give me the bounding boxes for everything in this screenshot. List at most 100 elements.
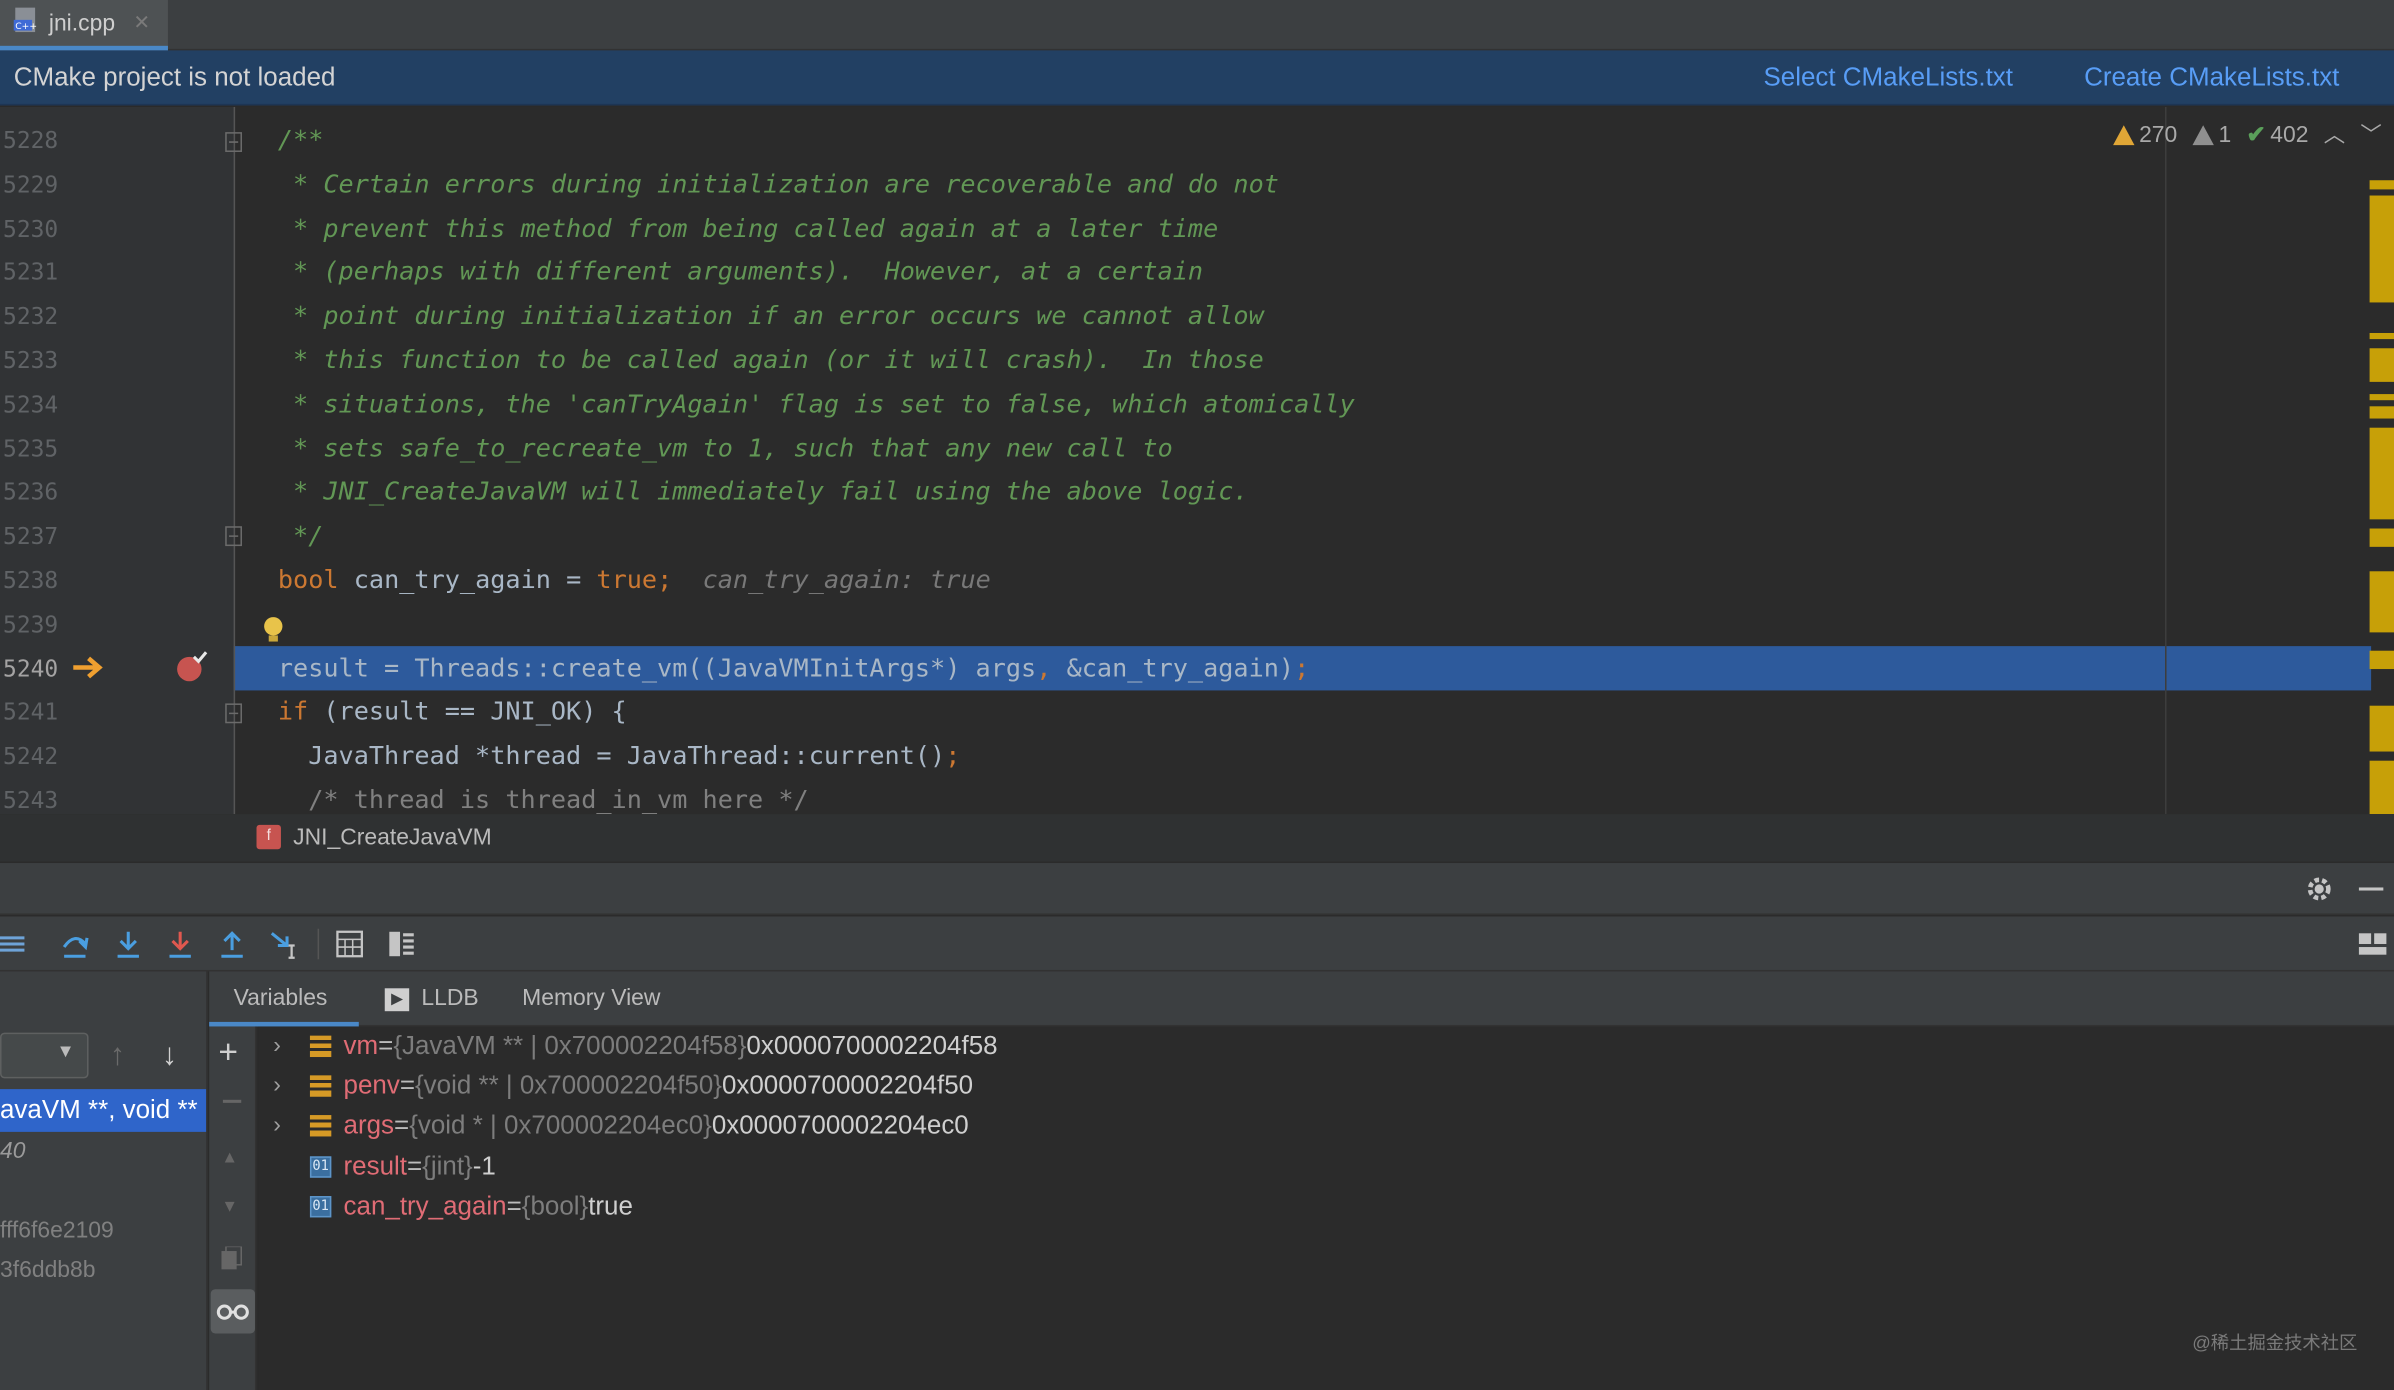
select-cmakelists-link[interactable]: Select CMakeLists.txt <box>1763 62 2013 93</box>
code-line[interactable]: JavaThread *thread = JavaThread::current… <box>278 733 961 777</box>
code-line[interactable]: */ <box>278 514 323 558</box>
variable-value: 0x0000700002204f50 <box>721 1071 974 1101</box>
minimize-icon[interactable] <box>2358 887 2384 891</box>
gear-icon[interactable] <box>2305 875 2332 910</box>
chevron-up-icon[interactable]: ︿ <box>2324 119 2345 150</box>
code-line[interactable]: result = Threads::create_vm((JavaVMInitA… <box>278 646 1309 690</box>
variables-side-toolbar: + ▲ ▼ <box>209 1026 257 1390</box>
line-number[interactable]: 5232 <box>3 303 67 330</box>
remove-watch-icon[interactable] <box>222 1099 242 1103</box>
show-execution-point-icon[interactable] <box>0 927 31 961</box>
variable-row[interactable]: › penv = {void ** | 0x700002204f50} 0x000… <box>258 1066 973 1106</box>
frame-row[interactable]: 40 <box>0 1138 25 1164</box>
tab-jni-cpp[interactable]: C++ jni.cpp ✕ <box>0 0 168 51</box>
thread-selector[interactable]: ▼ <box>0 1032 89 1079</box>
evaluate-expression-icon[interactable] <box>333 927 367 961</box>
error-stripe-mark[interactable] <box>2369 650 2394 670</box>
error-stripe-mark[interactable] <box>2369 348 2394 382</box>
breadcrumb-function[interactable]: JNI_CreateJavaVM <box>293 825 492 851</box>
code-line[interactable]: * Certain errors during initialization a… <box>278 162 1279 206</box>
variable-row[interactable]: 01 can_try_again = {bool} true <box>258 1187 633 1227</box>
code-line[interactable]: * situations, the 'canTryAgain' flag is … <box>278 382 1355 426</box>
code-line[interactable]: if (result == JNI_OK) { <box>278 689 627 733</box>
variable-row[interactable]: 01 result = {jint} -1 <box>258 1147 496 1187</box>
variable-value: 0x0000700002204f58 <box>746 1031 998 1061</box>
move-down-icon[interactable]: ▼ <box>221 1198 238 1216</box>
line-number[interactable]: 5240 <box>3 655 67 682</box>
variable-row[interactable]: › args = {void * | 0x700002204ec0} 0x0000… <box>258 1107 969 1147</box>
close-icon[interactable]: ✕ <box>133 11 150 35</box>
force-step-into-icon[interactable] <box>163 927 197 961</box>
restore-layout-icon[interactable] <box>2356 927 2390 961</box>
expand-chevron-icon[interactable]: › <box>273 1107 294 1147</box>
error-stripe-mark[interactable] <box>2369 406 2394 419</box>
line-number[interactable]: 5235 <box>3 435 67 462</box>
move-up-icon[interactable]: ▲ <box>221 1149 238 1167</box>
variables-tree[interactable]: › vm = {JavaVM ** | 0x700002204f58} 0x000… <box>258 1026 2394 1390</box>
frame-row[interactable]: fff6f6e2109 <box>0 1217 114 1243</box>
code-line[interactable]: * JNI_CreateJavaVM will immediately fail… <box>278 470 1249 514</box>
code-line[interactable]: * prevent this method from being called … <box>278 206 1218 250</box>
error-stripe-mark[interactable] <box>2369 571 2394 633</box>
variable-type: {JavaVM ** | 0x700002204f58} <box>393 1031 747 1061</box>
variable-row[interactable]: › vm = {JavaVM ** | 0x700002204f58} 0x000… <box>258 1026 998 1066</box>
code-line[interactable]: bool can_try_again = true; can_try_again… <box>278 558 991 602</box>
variable-name: result <box>343 1151 408 1181</box>
line-number[interactable]: 5237 <box>3 523 67 550</box>
fold-icon[interactable] <box>224 131 242 160</box>
line-number[interactable]: 5230 <box>3 215 67 242</box>
frame-selected[interactable]: avaVM **, void ** <box>0 1089 207 1132</box>
line-number[interactable]: 5229 <box>3 171 67 198</box>
tab-lldb[interactable]: ▶ LLDB <box>384 971 479 1026</box>
code-line[interactable]: * point during initialization if an erro… <box>278 294 1264 338</box>
breakpoint-icon[interactable] <box>174 651 208 692</box>
frame-row[interactable]: 3f6ddb8b <box>0 1257 96 1283</box>
error-stripe-mark[interactable] <box>2369 705 2394 752</box>
code-line[interactable]: * this function to be called again (or i… <box>278 338 1264 382</box>
copy-icon[interactable] <box>221 1245 242 1278</box>
expand-chevron-icon[interactable]: › <box>273 1026 294 1066</box>
code-line[interactable]: * (perhaps with different arguments). Ho… <box>278 250 1203 294</box>
error-stripe-mark[interactable] <box>2369 332 2394 340</box>
step-out-icon[interactable] <box>215 927 249 961</box>
run-to-cursor-icon[interactable] <box>269 927 303 961</box>
frame-down-icon[interactable]: ↓ <box>162 1039 177 1074</box>
line-number[interactable]: 5228 <box>3 127 67 154</box>
step-into-icon[interactable] <box>111 927 145 961</box>
line-number[interactable]: 5233 <box>3 347 67 374</box>
glasses-icon[interactable] <box>210 1289 255 1334</box>
step-over-icon[interactable] <box>58 927 92 961</box>
expand-chevron-icon[interactable]: › <box>273 1066 294 1106</box>
line-number[interactable]: 5238 <box>3 567 67 594</box>
line-number[interactable]: 5234 <box>3 391 67 418</box>
layout-icon[interactable] <box>385 927 419 961</box>
tab-variables[interactable]: Variables <box>209 971 359 1027</box>
code-line[interactable]: /* thread is thread_in_vm here */ <box>278 777 809 814</box>
chevron-down-icon[interactable]: ﹀ <box>2360 119 2381 150</box>
warning-icon <box>2113 124 2135 145</box>
fold-end-icon[interactable] <box>224 525 242 554</box>
code-line[interactable]: /** <box>278 118 324 162</box>
line-number[interactable]: 5236 <box>3 479 67 506</box>
line-number[interactable]: 5239 <box>3 611 67 638</box>
error-stripe-mark[interactable] <box>2369 427 2394 520</box>
weak-warning-count: 1 <box>2218 121 2232 148</box>
error-stripe-mark[interactable] <box>2369 180 2394 190</box>
error-stripe-mark[interactable] <box>2369 528 2394 547</box>
line-number[interactable]: 5242 <box>3 743 67 770</box>
code-token: (result == JNI_OK) { <box>308 697 627 727</box>
line-number[interactable]: 5243 <box>3 787 67 814</box>
tab-memory-view[interactable]: Memory View <box>522 971 660 1026</box>
frame-up-icon[interactable]: ↑ <box>110 1039 125 1074</box>
inspection-widget[interactable]: 270 1 ✔ 402 ︿ ﹀ <box>2113 119 2382 150</box>
code-line[interactable]: * sets safe_to_recreate_vm to 1, such th… <box>278 426 1173 470</box>
line-number[interactable]: 5241 <box>3 699 67 726</box>
line-number[interactable]: 5231 <box>3 259 67 286</box>
error-stripe-mark[interactable] <box>2369 394 2394 401</box>
code-editor[interactable]: 270 1 ✔ 402 ︿ ﹀ 5228 /** 5229 * Certain err… <box>0 106 2394 815</box>
add-watch-icon[interactable]: + <box>218 1033 238 1073</box>
create-cmakelists-link[interactable]: Create CMakeLists.txt <box>2084 62 2339 93</box>
error-stripe-mark[interactable] <box>2369 195 2394 303</box>
fold-icon[interactable] <box>224 703 242 732</box>
error-stripe-mark[interactable] <box>2369 760 2394 815</box>
